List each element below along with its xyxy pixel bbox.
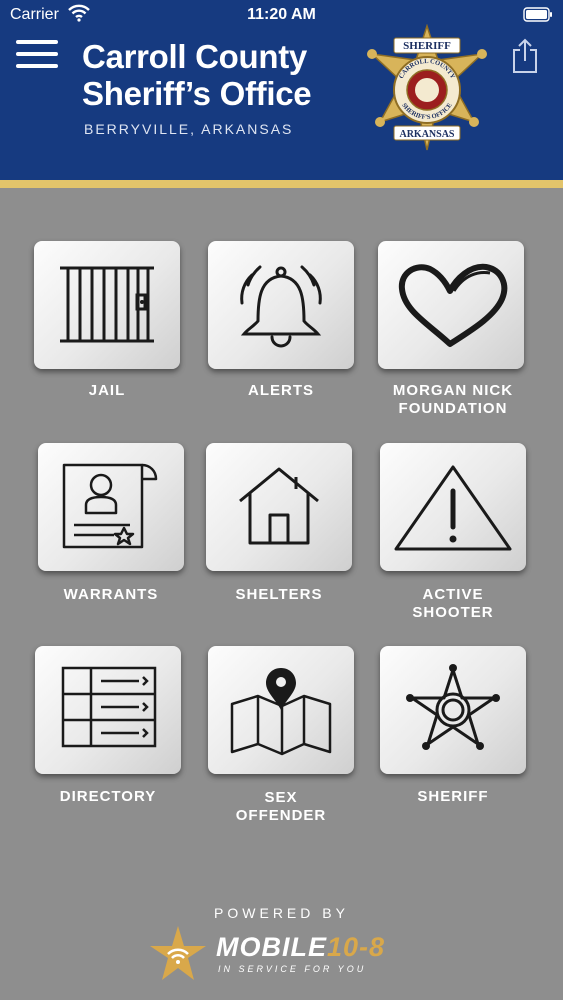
warrant-document-icon <box>62 463 158 549</box>
tile-label-active-shooter: ACTIVE SHOOTER <box>363 586 543 622</box>
map-pin-icon <box>230 668 332 756</box>
tile-morgan-nick-foundation[interactable] <box>378 241 524 369</box>
tile-label-line: FOUNDATION <box>398 400 508 417</box>
powered-by-label: POWERED BY <box>214 905 349 921</box>
gold-star-wifi-icon <box>150 926 206 980</box>
battery-icon <box>523 7 552 22</box>
share-icon[interactable] <box>510 38 540 74</box>
tile-label-directory: DIRECTORY <box>18 788 198 806</box>
sheriff-badge-logo: SHERIFF CARROLL COUNTY SHERIFF'S OFFICE … <box>367 24 487 151</box>
tile-label-line: WARRANTS <box>63 586 159 603</box>
badge-bottom-text: ARKANSAS <box>399 129 454 140</box>
tile-label-sheriff: SHERIFF <box>363 788 543 806</box>
tile-alerts[interactable] <box>208 241 354 369</box>
tile-label-warrants: WARRANTS <box>21 586 201 604</box>
header-gold-rule <box>0 180 563 188</box>
menu-bar <box>16 52 58 56</box>
tile-label-morgan-nick-foundation: MORGAN NICK FOUNDATION <box>363 382 543 418</box>
tile-shelters[interactable] <box>206 443 352 571</box>
tile-label-line: OFFENDER <box>235 807 327 824</box>
house-icon <box>239 467 319 545</box>
menu-bar <box>16 64 58 68</box>
badge-top-text: SHERIFF <box>403 40 451 52</box>
bell-icon <box>240 265 322 348</box>
menu-button[interactable] <box>16 40 58 68</box>
tile-active-shooter[interactable] <box>380 443 526 571</box>
tile-label-line: ACTIVE <box>422 586 484 603</box>
tile-warrants[interactable] <box>38 443 184 571</box>
heart-icon <box>398 263 508 347</box>
page-title: Carroll County Sheriff’s Office <box>82 38 312 112</box>
tile-label-line: ALERTS <box>248 382 314 399</box>
logo-wordmark: MOBILE10-8 <box>216 932 385 963</box>
tile-label-line: SHELTERS <box>235 586 323 603</box>
jail-cell-icon <box>60 266 154 343</box>
tile-label-line: SEX <box>264 789 298 806</box>
warning-triangle-icon <box>394 465 512 551</box>
tile-directory[interactable] <box>35 646 181 774</box>
logo-word-main: MOBILE <box>216 932 327 962</box>
tile-sheriff[interactable] <box>380 646 526 774</box>
sheriff-star-icon <box>406 664 500 750</box>
logo-tagline: IN SERVICE FOR YOU <box>218 964 367 974</box>
tile-label-line: SHERIFF <box>417 788 489 805</box>
tile-label-jail: JAIL <box>17 382 197 400</box>
tile-label-sex-offender: SEX OFFENDER <box>191 789 371 825</box>
tile-jail[interactable] <box>34 241 180 369</box>
logo-word-accent: 10-8 <box>327 932 386 962</box>
menu-bar <box>16 40 58 44</box>
directory-icon <box>61 666 157 748</box>
title-line-1: Carroll County <box>82 38 307 75</box>
page-subtitle: BERRYVILLE, ARKANSAS <box>84 121 294 137</box>
title-line-2: Sheriff’s Office <box>82 75 312 112</box>
tile-label-line: JAIL <box>88 382 126 399</box>
status-time: 11:20 AM <box>247 6 316 23</box>
tile-label-alerts: ALERTS <box>191 382 371 400</box>
tile-label-line: MORGAN NICK <box>392 382 514 399</box>
tile-label-line: DIRECTORY <box>59 788 157 805</box>
mobile-10-8-logo[interactable]: MOBILE10-8 IN SERVICE FOR YOU <box>146 924 426 986</box>
tile-sex-offender[interactable] <box>208 646 354 774</box>
tile-label-line: SHOOTER <box>412 604 494 621</box>
tile-label-shelters: SHELTERS <box>189 586 369 604</box>
